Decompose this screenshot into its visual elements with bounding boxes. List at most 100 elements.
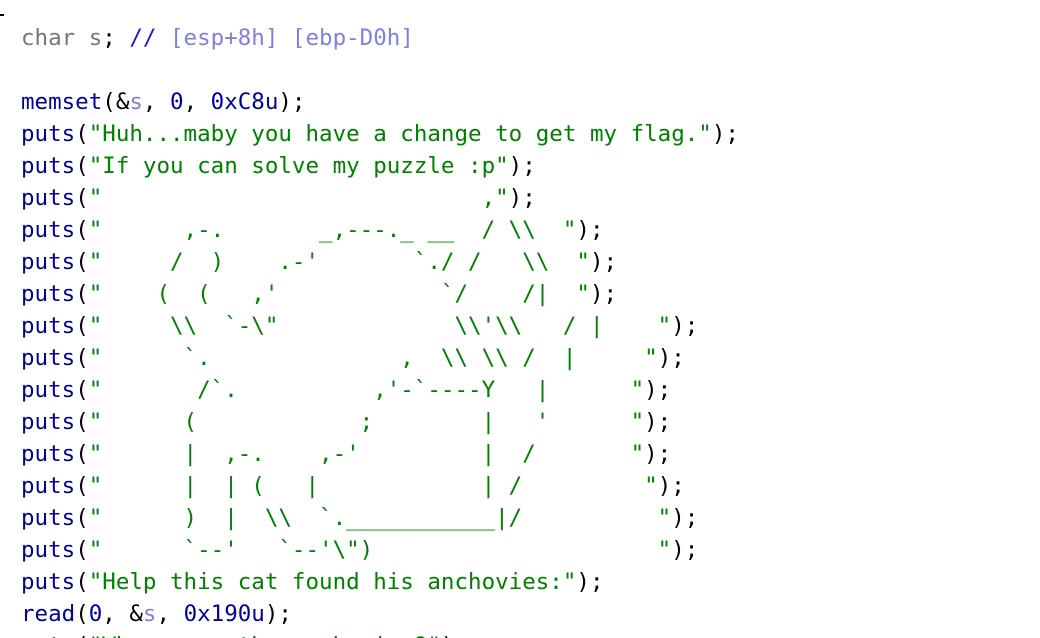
punctuation: ( <box>75 537 89 563</box>
function-name[interactable]: puts <box>21 281 75 307</box>
punctuation: ); <box>576 217 604 243</box>
punctuation: ( <box>75 345 89 371</box>
function-name[interactable]: puts <box>21 377 75 403</box>
code-line[interactable]: puts("If you can solve my puzzle :p"); <box>21 150 739 182</box>
punctuation: ( <box>75 409 89 435</box>
string-literal: " ,-. _,---._ __ / \\ " <box>88 217 577 243</box>
punctuation: ( <box>75 313 89 339</box>
punctuation: ); <box>576 569 604 595</box>
punctuation: ; <box>102 25 130 51</box>
punctuation: ( <box>75 185 89 211</box>
punctuation: ( <box>75 473 89 499</box>
punctuation: ); <box>711 121 739 147</box>
function-name[interactable]: memset <box>21 89 102 115</box>
numeric-literal: 0xC8u <box>210 89 279 115</box>
function-name[interactable]: puts <box>21 409 75 435</box>
function-name[interactable]: puts <box>21 345 75 371</box>
punctuation: ); <box>644 441 672 467</box>
code-lines: char s; // [esp+8h] [ebp-D0h] memset(&s,… <box>21 22 739 638</box>
code-line[interactable]: puts(" `. , \\ \\ / | "); <box>21 342 739 374</box>
string-literal: "If you can solve my puzzle :p" <box>88 153 509 179</box>
string-literal: " \\ `-\" \\'\\ / | " <box>88 313 672 339</box>
punctuation: ); <box>644 377 672 403</box>
punctuation: ); <box>264 601 292 627</box>
code-line[interactable] <box>21 54 739 86</box>
string-literal: " ," <box>88 185 509 211</box>
code-line[interactable]: puts(" ( ( ,' `/ /| "); <box>21 278 739 310</box>
punctuation: ( <box>75 441 89 467</box>
numeric-literal: 0x190u <box>183 601 265 627</box>
punctuation: ); <box>657 473 685 499</box>
code-line[interactable]: puts(" \\ `-\" \\'\\ / | "); <box>21 310 739 342</box>
punctuation: ); <box>508 153 536 179</box>
code-line[interactable]: memset(&s, 0, 0xC8u); <box>21 86 739 118</box>
function-name[interactable]: puts <box>21 249 75 275</box>
function-name[interactable]: puts <box>21 217 75 243</box>
punctuation: ( <box>75 121 89 147</box>
code-line[interactable]: puts(" ,"); <box>21 182 739 214</box>
code-line[interactable]: puts(" | | ( | | / "); <box>21 470 739 502</box>
punctuation: ( <box>75 153 89 179</box>
function-name[interactable]: puts <box>21 441 75 467</box>
function-name[interactable]: puts <box>21 537 75 563</box>
code-line[interactable]: puts(" ) | \\ `.___________|/ "); <box>21 502 739 534</box>
code-line[interactable]: puts(" ( ; | ' "); <box>21 406 739 438</box>
punctuation: ( <box>75 281 89 307</box>
punctuation: , & <box>102 601 143 627</box>
string-literal: " | ,-. ,-' | / " <box>88 441 645 467</box>
function-name[interactable]: puts <box>21 153 75 179</box>
code-line[interactable]: puts(" | ,-. ,-' | / "); <box>21 438 739 470</box>
punctuation <box>75 25 89 51</box>
string-literal: "Help this cat found his anchovies:" <box>88 569 577 595</box>
code-line[interactable]: puts(" `--' `--'\") "); <box>21 534 739 566</box>
code-line[interactable]: puts("Where are the anchovies?"); <box>21 630 739 638</box>
string-literal: " ( ( ,' `/ /| " <box>88 281 590 307</box>
punctuation: , <box>183 89 211 115</box>
punctuation: ( <box>75 505 89 531</box>
variable-name[interactable]: s <box>143 601 157 627</box>
function-name[interactable]: puts <box>21 569 75 595</box>
punctuation: ( <box>75 601 89 627</box>
function-name[interactable]: puts <box>21 633 75 638</box>
punctuation: ); <box>441 633 468 638</box>
function-name[interactable]: puts <box>21 185 75 211</box>
function-name[interactable]: puts <box>21 473 75 499</box>
string-literal: " / ) .-' `./ / \\ " <box>88 249 590 275</box>
punctuation: ( <box>75 633 89 638</box>
function-name[interactable]: read <box>21 601 75 627</box>
punctuation: ); <box>589 249 618 275</box>
string-literal: " `--' `--'\") " <box>88 537 672 563</box>
string-literal: "Huh...maby you have a change to get my … <box>88 121 712 147</box>
code-line[interactable]: char s; // [esp+8h] [ebp-D0h] <box>21 22 739 54</box>
punctuation: ( <box>75 569 89 595</box>
string-literal: "Where are the anchovies?" <box>89 633 441 638</box>
string-literal: " | | ( | | / " <box>88 473 658 499</box>
code-line[interactable]: puts("Help this cat found his anchovies:… <box>21 566 739 598</box>
string-literal: " ) | \\ `.___________|/ " <box>88 505 672 531</box>
code-line[interactable]: puts(" ,-. _,---._ __ / \\ "); <box>21 214 739 246</box>
function-name[interactable]: puts <box>21 121 75 147</box>
punctuation: ); <box>589 281 618 307</box>
punctuation: ( <box>75 217 89 243</box>
code-line[interactable]: puts(" / ) .-' `./ / \\ "); <box>21 246 739 278</box>
numeric-literal: 0 <box>170 89 184 115</box>
punctuation: , <box>142 89 171 115</box>
function-name[interactable]: puts <box>21 313 75 339</box>
code-line[interactable]: puts(" /`. ,'-`----Y | "); <box>21 374 739 406</box>
code-line[interactable]: read(0, &s, 0x190u); <box>21 598 739 630</box>
code-line[interactable]: puts("Huh...maby you have a change to ge… <box>21 118 739 150</box>
variable-name[interactable]: s <box>129 89 143 115</box>
function-name[interactable]: puts <box>21 505 75 531</box>
punctuation: ); <box>508 185 536 211</box>
stack-offset-comment: [esp+8h] [ebp-D0h] <box>170 25 414 51</box>
punctuation: ); <box>671 537 699 563</box>
punctuation: ); <box>657 345 685 371</box>
text-cursor <box>0 14 4 16</box>
variable-name[interactable]: s <box>89 25 103 51</box>
punctuation: ); <box>671 313 699 339</box>
comment-token: // <box>129 25 171 51</box>
punctuation: ); <box>644 409 672 435</box>
punctuation: ); <box>671 505 699 531</box>
numeric-literal: 0 <box>88 601 103 627</box>
pseudocode-view[interactable]: char s; // [esp+8h] [ebp-D0h] memset(&s,… <box>0 0 1040 638</box>
